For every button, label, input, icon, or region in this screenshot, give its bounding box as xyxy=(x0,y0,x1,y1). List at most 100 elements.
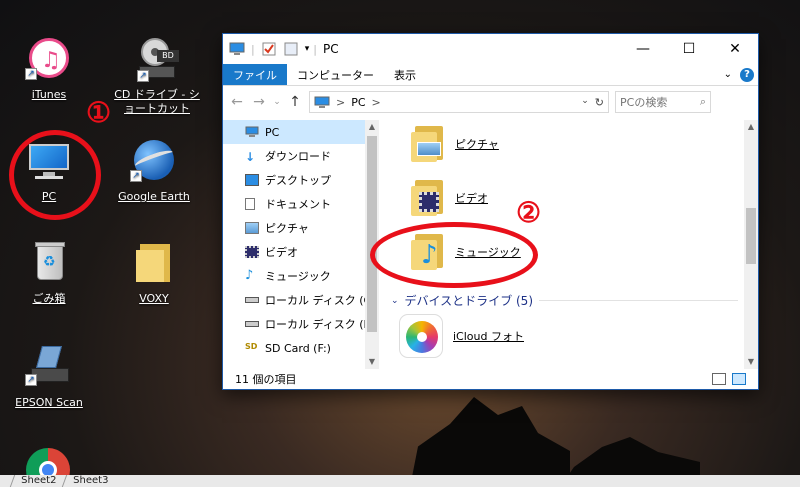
address-bar[interactable]: > PC > ⌄ ↻ xyxy=(309,91,609,113)
desktop-icon-epson-scan[interactable]: ↗ EPSON Scan xyxy=(4,344,94,410)
desktop-icon-label: Google Earth xyxy=(118,190,190,203)
divider: | xyxy=(313,42,317,56)
desktop-icon-label: ごみ箱 xyxy=(32,292,66,305)
pc-icon xyxy=(229,42,245,55)
download-arrow-icon: ↓ xyxy=(245,150,256,164)
desktop-icon-label: CD ドライブ - ショートカット xyxy=(114,88,200,115)
music-note-icon: ♪ xyxy=(245,268,254,283)
chevron-right-icon[interactable]: > xyxy=(372,96,381,109)
maximize-button[interactable]: ☐ xyxy=(666,34,712,64)
address-row: ← → ⌄ ↑ > PC > ⌄ ↻ ⌕ xyxy=(223,86,758,118)
icloud-photos-icon xyxy=(399,314,443,358)
up-button[interactable]: ↑ xyxy=(287,94,303,110)
folder-item-pictures[interactable]: ピクチャ xyxy=(409,124,499,164)
quick-access-dropdown-icon[interactable]: ▾ xyxy=(305,44,310,54)
document-icon xyxy=(245,198,255,210)
cd-drive-icon: BD ↗ xyxy=(133,36,181,84)
nav-item-label: SD Card (F:) xyxy=(265,341,331,355)
refresh-icon[interactable]: ↻ xyxy=(595,96,604,109)
desktop-icon-label: iTunes xyxy=(31,88,67,101)
sheet-tab-sheet3[interactable]: Sheet3 xyxy=(62,475,119,487)
recycle-bin-icon: ♻ xyxy=(25,240,73,288)
pictures-folder-icon xyxy=(409,124,445,164)
details-view-icon[interactable] xyxy=(712,373,726,385)
scroll-down-icon[interactable]: ▼ xyxy=(744,355,758,369)
device-label: iCloud フォト xyxy=(453,330,524,343)
desktop-icon-recycle-bin[interactable]: ♻ ごみ箱 xyxy=(4,240,94,306)
folder-item-videos[interactable]: ビデオ xyxy=(409,178,488,218)
back-button[interactable]: ← xyxy=(229,94,245,110)
pc-icon xyxy=(245,126,259,137)
nav-item-videos[interactable]: ビデオ xyxy=(223,240,378,264)
desktop-icon-cd-drive[interactable]: BD ↗ CD ドライブ - ショートカット xyxy=(112,36,202,116)
search-box[interactable]: ⌕ xyxy=(615,91,711,113)
scroll-thumb[interactable] xyxy=(746,208,756,264)
scanner-icon: ↗ xyxy=(25,344,73,392)
itunes-icon: ♫ ↗ xyxy=(25,36,73,84)
group-header-devices[interactable]: ⌄ デバイスとドライブ (5) xyxy=(391,292,738,309)
recent-locations-icon[interactable]: ⌄ xyxy=(273,97,281,107)
nav-item-sd-card[interactable]: SD SD Card (F:) xyxy=(223,336,378,360)
forward-button[interactable]: → xyxy=(251,94,267,110)
scroll-up-icon[interactable]: ▲ xyxy=(744,120,758,134)
nav-item-downloads[interactable]: ↓ ダウンロード xyxy=(223,144,378,168)
spreadsheet-sheet-tabs: Sheet2 Sheet3 xyxy=(0,475,800,487)
scroll-down-icon[interactable]: ▼ xyxy=(365,355,379,369)
folder-label: ビデオ xyxy=(455,192,488,205)
nav-item-label: ミュージック xyxy=(265,270,331,283)
nav-item-music[interactable]: ♪ ミュージック xyxy=(223,264,378,288)
picture-icon xyxy=(245,222,259,234)
title-bar[interactable]: | ▾ | PC — ☐ ✕ xyxy=(223,34,758,64)
nav-item-label: ドキュメント xyxy=(265,198,331,211)
sd-card-icon: SD xyxy=(245,342,258,351)
item-count: 11 個の項目 xyxy=(235,373,297,386)
chevron-right-icon[interactable]: > xyxy=(336,96,345,109)
content-scrollbar[interactable]: ▲ ▼ xyxy=(744,120,758,369)
close-button[interactable]: ✕ xyxy=(712,34,758,64)
desktop-icon-itunes[interactable]: ♫ ↗ iTunes xyxy=(4,36,94,102)
large-icons-view-icon[interactable] xyxy=(732,373,746,385)
hard-drive-icon xyxy=(245,321,259,327)
address-path[interactable]: PC xyxy=(351,96,365,109)
desktop-icon-voxy[interactable]: VOXY xyxy=(109,240,199,306)
navigation-pane: PC ↓ ダウンロード デスクトップ ドキュメント ピクチャ ビデオ ♪ ミュー… xyxy=(223,120,379,369)
nav-item-label: ビデオ xyxy=(265,246,298,259)
tab-file[interactable]: ファイル xyxy=(223,64,287,85)
explorer-window[interactable]: | ▾ | PC — ☐ ✕ ファイル コンピューター 表示 ⌄ ? ← → ⌄… xyxy=(222,33,759,390)
nav-item-label: ダウンロード xyxy=(265,150,331,163)
search-input[interactable] xyxy=(620,95,688,109)
desktop-icon-label: EPSON Scan xyxy=(15,396,83,409)
nav-item-pictures[interactable]: ピクチャ xyxy=(223,216,378,240)
expand-ribbon-icon[interactable]: ⌄ xyxy=(724,69,732,80)
tab-computer[interactable]: コンピューター xyxy=(287,64,384,85)
nav-item-local-disk-d[interactable]: ローカル ディスク (D xyxy=(223,312,378,336)
hard-drive-icon xyxy=(245,297,259,303)
address-dropdown-icon[interactable]: ⌄ xyxy=(581,96,589,109)
new-folder-icon[interactable] xyxy=(283,42,299,56)
nav-item-desktop[interactable]: デスクトップ xyxy=(223,168,378,192)
desktop-icon-google-earth[interactable]: ↗ Google Earth xyxy=(109,138,199,204)
ribbon-tabs: ファイル コンピューター 表示 ⌄ ? xyxy=(223,64,758,86)
nav-item-label: デスクトップ xyxy=(265,174,331,187)
marker-circle-pc xyxy=(9,130,101,220)
group-header-label: デバイスとドライブ (5) xyxy=(404,294,534,308)
search-icon[interactable]: ⌕ xyxy=(700,95,706,109)
videos-folder-icon xyxy=(409,178,445,218)
nav-item-local-disk-c[interactable]: ローカル ディスク (C xyxy=(223,288,378,312)
nav-item-documents[interactable]: ドキュメント xyxy=(223,192,378,216)
chevron-down-icon[interactable]: ⌄ xyxy=(391,296,399,306)
nav-item-label: ピクチャ xyxy=(265,222,309,235)
nav-item-label: PC xyxy=(265,125,280,139)
scroll-up-icon[interactable]: ▲ xyxy=(365,120,379,134)
tab-view[interactable]: 表示 xyxy=(384,64,426,85)
pc-icon xyxy=(314,96,330,108)
properties-icon[interactable] xyxy=(261,42,277,56)
sheet-tab-sheet2[interactable]: Sheet2 xyxy=(9,475,67,487)
device-item-icloud[interactable]: iCloud フォト xyxy=(399,314,524,358)
minimize-button[interactable]: — xyxy=(620,34,666,64)
marker-circle-music xyxy=(370,222,538,288)
nav-item-pc[interactable]: PC xyxy=(223,120,378,144)
scroll-thumb[interactable] xyxy=(367,136,377,332)
help-icon[interactable]: ? xyxy=(740,67,754,82)
status-bar: 11 個の項目 xyxy=(223,369,758,389)
